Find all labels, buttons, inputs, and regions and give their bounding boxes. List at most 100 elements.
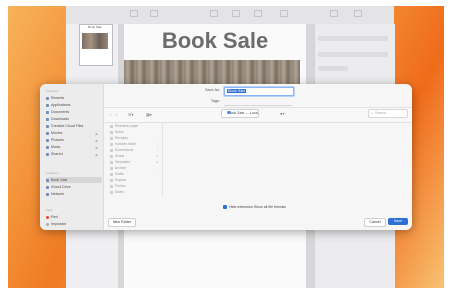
toolbar-button-icon[interactable] xyxy=(210,10,218,17)
info-icon[interactable]: ●▾ xyxy=(280,111,284,116)
sidebar-item-label: iCloud Drive xyxy=(51,185,71,189)
tags-input[interactable] xyxy=(224,99,292,106)
sidebar-item-label: Network xyxy=(51,192,65,196)
slide-thumbnail-title: Book Sale xyxy=(88,25,102,29)
hide-extension-label: Hide extension Show all file formats xyxy=(229,205,286,209)
list-item[interactable]: Notes xyxy=(110,130,158,135)
list-item[interactable]: Scans ● xyxy=(110,154,158,159)
sidebar-item[interactable]: Downloads xyxy=(46,116,102,122)
clock-icon xyxy=(46,96,49,100)
inspector-control[interactable] xyxy=(318,66,348,71)
toolbar-button-icon[interactable] xyxy=(254,10,262,17)
cloud-icon xyxy=(46,124,49,128)
sidebar-item[interactable]: Recents xyxy=(46,95,102,101)
photo-icon xyxy=(46,138,49,142)
sidebar-item-label: Important xyxy=(51,222,67,226)
sidebar-item[interactable]: Documents xyxy=(46,109,102,115)
file-icon xyxy=(110,178,113,182)
eject-icon[interactable]: ⏏ xyxy=(95,145,98,150)
toolbar-button-icon[interactable] xyxy=(354,10,362,17)
tag-dot-icon xyxy=(46,215,49,219)
file-list: Research paper Notes Receipts › Invoices … xyxy=(108,122,163,196)
hide-extension-checkbox[interactable] xyxy=(223,205,227,210)
list-view-icon[interactable]: ☰▾ xyxy=(128,112,134,117)
back-icon[interactable]: ‹ xyxy=(110,112,111,117)
document-icon xyxy=(46,110,49,114)
list-item[interactable]: Archive xyxy=(110,166,158,171)
list-item[interactable]: Receipts › xyxy=(110,136,158,141)
sidebar-item-label: Shared xyxy=(51,152,63,156)
sidebar-item[interactable]: iCloud Drive xyxy=(46,184,102,190)
toolbar-button-icon[interactable] xyxy=(280,10,288,17)
list-item[interactable]: Drafts › xyxy=(110,172,158,177)
list-item[interactable]: Slides xyxy=(110,190,158,195)
cancel-button[interactable]: Cancel xyxy=(364,218,386,227)
sidebar-item-label: Pictures xyxy=(51,138,64,142)
sidebar-item[interactable]: Movies ⏏ xyxy=(46,130,102,136)
search-icon: ⌕ xyxy=(371,111,374,115)
dialog-sidebar: Favorites Recents Applications Documents… xyxy=(40,84,104,230)
save-button[interactable]: Save xyxy=(388,218,408,225)
list-item[interactable]: Screenshots › xyxy=(110,148,158,153)
toolbar-button-icon[interactable] xyxy=(150,10,158,17)
chevron-right-icon: › xyxy=(157,148,158,152)
sidebar-item[interactable]: Network xyxy=(46,191,102,197)
slide-title[interactable]: Book Sale xyxy=(124,28,306,54)
file-icon xyxy=(110,130,113,134)
forward-icon[interactable]: › xyxy=(116,112,117,117)
network-icon xyxy=(46,192,49,196)
grid-view-icon[interactable]: ▦▾ xyxy=(146,112,152,117)
file-icon xyxy=(110,154,113,158)
save-as-label: Save As: xyxy=(205,88,220,92)
list-item[interactable]: Photos xyxy=(110,184,158,189)
shared-folder-icon xyxy=(46,152,49,156)
sidebar-item-label: Movies xyxy=(51,131,63,135)
toolbar-button-icon[interactable] xyxy=(330,10,338,17)
folder-icon xyxy=(46,178,49,182)
list-item[interactable]: Exports xyxy=(110,178,158,183)
eject-icon[interactable]: ⏏ xyxy=(95,131,98,136)
save-as-input[interactable]: Book Sale xyxy=(224,87,294,96)
music-icon xyxy=(46,145,49,149)
inspector-control[interactable] xyxy=(318,52,388,57)
sidebar-item-label: Applications xyxy=(51,103,71,107)
tag-dot-icon xyxy=(46,222,49,226)
sidebar-item[interactable]: Red xyxy=(46,214,102,220)
sidebar-item[interactable]: Music ⏏ xyxy=(46,144,102,150)
search-placeholder: Search xyxy=(375,111,387,115)
applications-icon xyxy=(46,103,49,107)
icloud-icon xyxy=(46,185,49,189)
file-icon xyxy=(110,136,113,140)
toolbar-button-icon[interactable] xyxy=(232,10,240,17)
inspector-control[interactable] xyxy=(318,36,388,41)
list-item[interactable]: Templates ● xyxy=(110,160,158,165)
eject-icon[interactable]: ⏏ xyxy=(95,152,98,157)
sidebar-item[interactable]: Creative Cloud Files xyxy=(46,123,102,129)
chevron-right-icon: › xyxy=(157,142,158,146)
sidebar-item-label: Documents xyxy=(51,110,70,114)
file-icon xyxy=(110,184,113,188)
hide-extension-option[interactable]: Hide extension Show all file formats xyxy=(223,205,286,210)
sidebar-item[interactable]: Book Sale xyxy=(46,177,102,183)
file-icon xyxy=(110,166,113,170)
eject-icon[interactable]: ⏏ xyxy=(95,138,98,143)
sidebar-item[interactable]: Important xyxy=(46,221,102,227)
sidebar-item[interactable]: Shared ⏏ xyxy=(46,151,102,157)
sidebar-item-label: Recents xyxy=(51,96,65,100)
list-item[interactable]: Invoices folder › xyxy=(110,142,158,147)
new-folder-button[interactable]: New Folder xyxy=(108,218,136,227)
file-name: Exports xyxy=(115,178,127,182)
sidebar-item[interactable]: Pictures ⏏ xyxy=(46,137,102,143)
save-as-value: Book Sale xyxy=(227,89,247,93)
file-name: Screenshots xyxy=(115,148,134,152)
list-item[interactable]: Research paper xyxy=(110,124,158,129)
sidebar-item[interactable]: Applications xyxy=(46,102,102,108)
sidebar-item-label: Music xyxy=(51,145,61,149)
search-input[interactable]: ⌕ Search xyxy=(368,109,408,118)
sidebar-item-label: Book Sale xyxy=(51,178,68,182)
download-icon xyxy=(46,117,49,121)
file-name: Archive xyxy=(115,166,126,170)
toolbar-button-icon[interactable] xyxy=(130,10,138,17)
slide-thumbnail-image xyxy=(82,33,108,49)
file-name: Invoices folder xyxy=(115,142,137,146)
